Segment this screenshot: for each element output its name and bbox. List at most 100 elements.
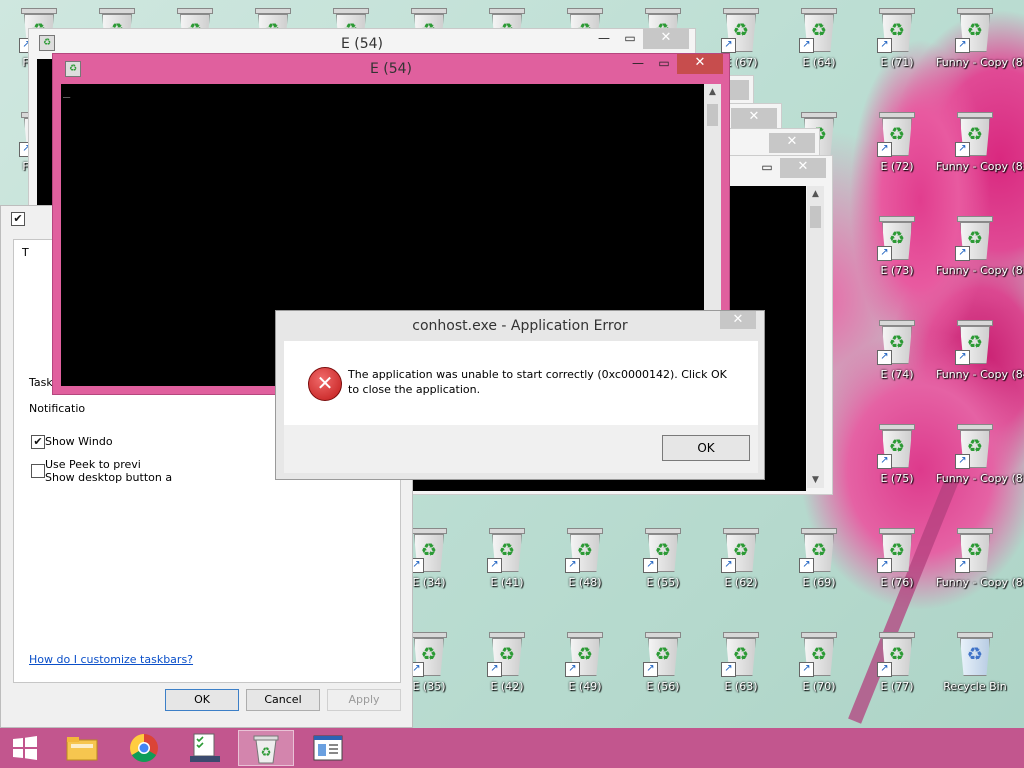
desktop-icon[interactable]: ♻↗ Funny - Copy (86) [936, 524, 1024, 624]
recycle-bin-icon: ♻↗ [721, 632, 759, 677]
shortcut-arrow-icon: ↗ [565, 558, 580, 573]
recycle-bin-icon: ♻↗ [721, 8, 759, 53]
desktop-icon-label: E (62) [724, 576, 758, 589]
shortcut-arrow-icon: ↗ [955, 350, 970, 365]
close-button[interactable]: ✕ [769, 133, 815, 153]
desktop-icon[interactable]: ♻ ↗ E (56) [624, 628, 702, 728]
maximize-button[interactable]: ▭ [754, 158, 780, 178]
desktop-icon[interactable]: ♻↗ Funny - Copy (82) [936, 108, 1024, 208]
desktop-icon[interactable]: ♻↗ Funny - Copy (81) [936, 4, 1024, 104]
dialog-footer: OK [284, 425, 758, 473]
close-button[interactable]: ✕ [677, 54, 723, 74]
desktop-icon-label: Funny - Copy (81) [936, 56, 1024, 69]
shortcut-arrow-icon: ↗ [799, 558, 814, 573]
show-windows-checkbox[interactable]: ✔ [31, 435, 45, 449]
desktop-icon[interactable]: ♻ ↗ E (72) [858, 108, 936, 208]
desktop-icon[interactable]: ♻ ↗ E (48) [546, 524, 624, 624]
tab-checkbox[interactable]: ✔ [11, 212, 25, 226]
desktop-icon[interactable]: ♻ ↗ E (55) [624, 524, 702, 624]
recycle-bin-icon: ♻↗ [877, 320, 915, 365]
desktop-icon-label: Funny - Copy (84) [936, 368, 1024, 381]
recycle-bin-icon: ♻↗ [565, 528, 603, 573]
shortcut-arrow-icon: ↗ [721, 38, 736, 53]
scroll-thumb[interactable] [810, 206, 821, 228]
desktop-icon[interactable]: ♻ ↗ E (42) [468, 628, 546, 728]
desktop-icon[interactable]: ♻ ↗ E (71) [858, 4, 936, 104]
desktop-icon[interactable]: ♻↗ Funny - Copy (85) [936, 420, 1024, 520]
recycle-bin-icon: ♻↗ [877, 632, 915, 677]
maximize-button[interactable]: ▭ [651, 54, 677, 74]
scroll-thumb[interactable] [707, 104, 718, 126]
desktop-icon[interactable]: ♻ ↗ E (70) [780, 628, 858, 728]
recycle-bin-icon: ♻↗ [409, 528, 447, 573]
scroll-up-arrow[interactable]: ▲ [807, 186, 824, 202]
apply-button: Apply [327, 689, 401, 711]
recycle-bin-taskbar-button[interactable]: ♻ [238, 730, 294, 766]
close-button[interactable]: ✕ [780, 158, 826, 178]
start-button[interactable] [4, 730, 46, 766]
ok-button[interactable]: OK [662, 435, 750, 461]
desktop-icon[interactable]: ♻ ↗ E (75) [858, 420, 936, 520]
ok-button[interactable]: OK [165, 689, 239, 711]
desktop-icon-label: E (73) [880, 264, 914, 277]
desktop-icon[interactable]: ♻ Recycle Bin [936, 628, 1014, 728]
shortcut-arrow-icon: ↗ [643, 558, 658, 573]
desktop-icon-label: E (70) [802, 680, 836, 693]
close-button[interactable]: ✕ [731, 108, 777, 128]
desktop-icon[interactable]: ♻ ↗ E (49) [546, 628, 624, 728]
desktop-icon[interactable]: ♻ ↗ E (62) [702, 524, 780, 624]
desktop-icon-label: E (75) [880, 472, 914, 485]
task-manager-button[interactable] [177, 730, 233, 766]
cancel-button[interactable]: Cancel [246, 689, 320, 711]
recycle-bin-icon: ♻↗ [799, 632, 837, 677]
desktop-icon[interactable]: ♻ ↗ E (64) [780, 4, 858, 104]
desktop-icon[interactable]: ♻ ↗ E (74) [858, 316, 936, 416]
chrome-button[interactable] [116, 730, 172, 766]
desktop-icon-label: E (49) [568, 680, 602, 693]
use-peek-checkbox[interactable] [31, 464, 45, 478]
scrollbar[interactable]: ▲ ▼ [807, 186, 824, 488]
desktop-icon[interactable]: ♻↗ Funny - Copy (83) [936, 212, 1024, 312]
recycle-bin-icon: ♻↗ [877, 112, 915, 157]
desktop-icon[interactable]: ♻ ↗ E (63) [702, 628, 780, 728]
recycle-bin-icon: ♻↗ [799, 8, 837, 53]
shortcut-arrow-icon: ↗ [877, 142, 892, 157]
error-message: The application was unable to start corr… [348, 368, 727, 396]
shortcut-arrow-icon: ↗ [487, 662, 502, 677]
file-explorer-button[interactable] [54, 730, 110, 766]
shortcut-arrow-icon: ↗ [877, 558, 892, 573]
window-icon [313, 735, 343, 761]
desktop-icon[interactable]: ♻ ↗ E (73) [858, 212, 936, 312]
minimize-button[interactable]: — [625, 54, 651, 74]
desktop-icon-label: Funny - Copy (85) [936, 472, 1024, 485]
recycle-bin-icon: ♻↗ [955, 320, 993, 365]
close-button[interactable]: ✕ [720, 311, 756, 329]
desktop-icon-label: E (74) [880, 368, 914, 381]
text-cursor: _ [63, 84, 71, 98]
desktop-icon[interactable]: ♻ ↗ E (41) [468, 524, 546, 624]
recycle-bin-icon: ♻↗ [877, 528, 915, 573]
recycle-bin-icon: ♻↗ [877, 216, 915, 261]
control-panel-button[interactable] [300, 730, 356, 766]
scroll-down-arrow[interactable]: ▼ [807, 472, 824, 488]
shortcut-arrow-icon: ↗ [487, 558, 502, 573]
shortcut-arrow-icon: ↗ [877, 454, 892, 469]
desktop-icon[interactable]: ♻↗ Funny - Copy (84) [936, 316, 1024, 416]
minimize-button[interactable]: — [591, 29, 617, 49]
desktop-icon[interactable]: ♻ ↗ E (76) [858, 524, 936, 624]
maximize-button[interactable]: ▭ [617, 29, 643, 49]
close-button[interactable]: ✕ [643, 29, 689, 49]
scroll-up-arrow[interactable]: ▲ [704, 84, 721, 100]
folder-icon [66, 737, 98, 761]
desktop-icon[interactable]: ♻ ↗ E (69) [780, 524, 858, 624]
shortcut-arrow-icon: ↗ [877, 662, 892, 677]
shortcut-arrow-icon: ↗ [877, 350, 892, 365]
help-link[interactable]: How do I customize taskbars? [29, 653, 193, 666]
application-error-dialog[interactable]: conhost.exe - Application Error ✕ ✕ The … [275, 310, 765, 480]
title-bar[interactable]: ♻ E (54) — ▭ ✕ [53, 54, 729, 84]
recycle-bin-icon: ♻↗ [955, 424, 993, 469]
recycle-bin-icon: ♻↗ [955, 528, 993, 573]
desktop-icon[interactable]: ♻ ↗ E (77) [858, 628, 936, 728]
recycle-bin-icon: ♻↗ [721, 528, 759, 573]
dialog-body: ✕ The application was unable to start co… [284, 341, 758, 425]
